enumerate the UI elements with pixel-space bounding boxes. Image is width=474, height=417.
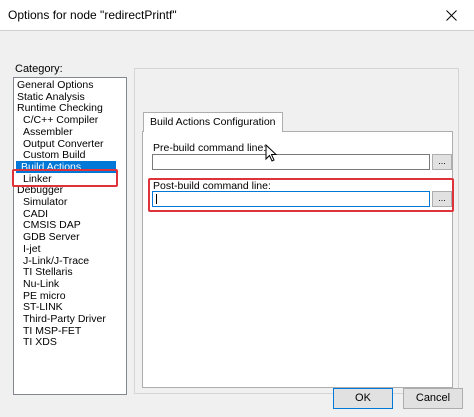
title-bar: Options for node "redirectPrintf" [0, 0, 474, 30]
category-item[interactable]: GDB Server [14, 231, 80, 243]
category-item[interactable]: Assembler [14, 126, 73, 138]
category-item[interactable]: CMSIS DAP [14, 219, 81, 231]
category-item[interactable]: Third-Party Driver [14, 313, 106, 325]
mouse-cursor-icon [265, 144, 278, 162]
cancel-button[interactable]: Cancel [403, 388, 463, 409]
build-actions-annotation [12, 169, 118, 187]
category-item[interactable]: Simulator [14, 196, 67, 208]
category-label: Category: [15, 63, 63, 75]
close-icon [445, 9, 457, 21]
category-item[interactable]: C/C++ Compiler [14, 114, 98, 126]
category-item[interactable]: Runtime Checking [14, 102, 103, 114]
pre-build-input[interactable] [152, 154, 430, 170]
category-item[interactable]: Custom Build [14, 149, 85, 161]
post-build-input[interactable] [152, 191, 430, 207]
category-item[interactable]: TI XDS [14, 336, 57, 348]
ok-button[interactable]: OK [333, 388, 393, 409]
category-item[interactable]: I-jet [14, 243, 41, 255]
category-item[interactable]: J-Link/J-Trace [14, 255, 89, 267]
category-list[interactable]: General Options Static Analysis Runtime Ch… [13, 77, 127, 395]
category-item[interactable]: General Options [14, 79, 93, 91]
category-item[interactable]: Static Analysis [14, 91, 85, 103]
window-title: Options for node "redirectPrintf" [8, 8, 177, 22]
category-item[interactable]: Output Converter [14, 138, 104, 150]
text-caret [156, 194, 157, 204]
pre-build-browse-button[interactable]: ... [432, 154, 452, 170]
category-item[interactable]: TI MSP-FET [14, 325, 81, 337]
category-item[interactable]: ST-LINK [14, 301, 63, 313]
tab-build-actions-configuration[interactable]: Build Actions Configuration [143, 112, 283, 132]
category-item[interactable]: Nu-Link [14, 278, 59, 290]
category-item[interactable]: PE micro [14, 290, 66, 302]
close-button[interactable] [428, 0, 474, 30]
pre-build-label: Pre-build command line: [153, 142, 267, 154]
category-item[interactable]: TI Stellaris [14, 266, 73, 278]
options-dialog: Category: General Options Static Analysis… [0, 30, 474, 417]
category-item[interactable]: CADI [14, 208, 48, 220]
post-build-browse-button[interactable]: ... [432, 191, 452, 207]
